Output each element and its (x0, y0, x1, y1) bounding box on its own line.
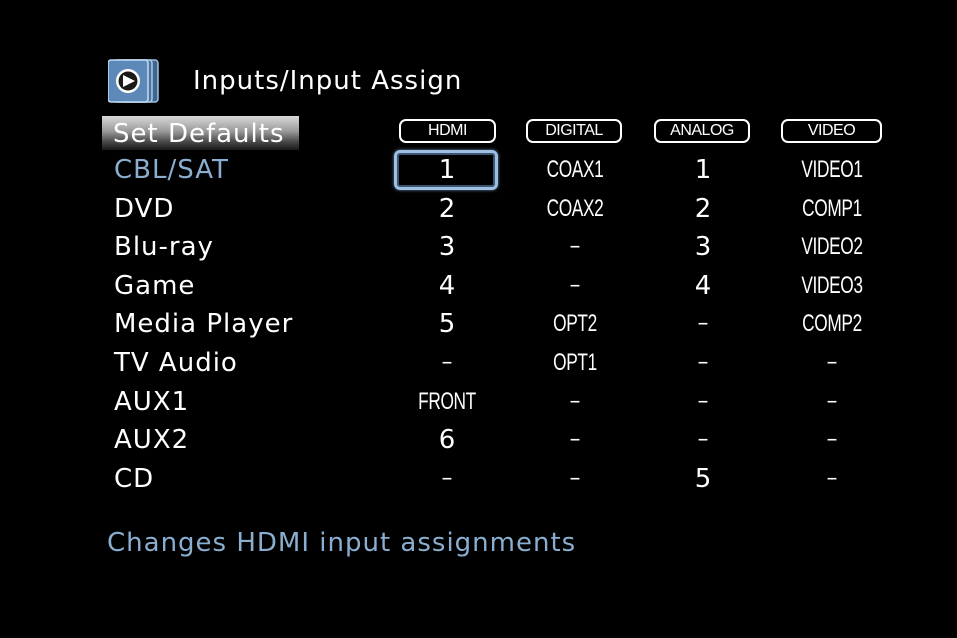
cell-analog[interactable]: – (638, 306, 768, 342)
cell-hdmi[interactable]: 6 (382, 422, 512, 458)
cell-video[interactable]: – (767, 345, 897, 381)
set-defaults-button[interactable]: Set Defaults (102, 116, 299, 150)
cell-digital[interactable]: – (510, 268, 640, 304)
column-header-video: VIDEO (781, 119, 882, 143)
cell-video[interactable]: – (767, 384, 897, 420)
input-label-row[interactable]: Game (114, 268, 195, 304)
cell-digital[interactable]: OPT2 (528, 306, 622, 342)
cell-hdmi[interactable]: FRONT (400, 384, 494, 420)
input-label-row[interactable]: TV Audio (114, 345, 238, 381)
input-label-row[interactable]: AUX1 (114, 384, 189, 420)
cell-analog[interactable]: – (638, 345, 768, 381)
cell-video[interactable]: VIDEO1 (785, 152, 879, 188)
cell-digital[interactable]: – (510, 461, 640, 497)
column-header-hdmi: HDMI (399, 119, 496, 143)
cell-analog[interactable]: 2 (638, 191, 768, 227)
cell-hdmi[interactable]: 5 (382, 306, 512, 342)
play-arrow-icon (107, 58, 160, 104)
input-label-row[interactable]: CBL/SAT (114, 152, 229, 188)
cell-digital[interactable]: – (510, 229, 640, 265)
set-defaults-label: Set Defaults (113, 119, 285, 149)
page-title: Inputs/Input Assign (193, 66, 463, 96)
column-header-analog: ANALOG (654, 119, 750, 143)
cell-analog[interactable]: 5 (638, 461, 768, 497)
cell-video[interactable]: – (767, 422, 897, 458)
cell-hdmi[interactable]: 2 (382, 191, 512, 227)
cell-digital[interactable]: – (510, 422, 640, 458)
cell-video[interactable]: COMP2 (785, 306, 879, 342)
cell-digital[interactable]: OPT1 (528, 345, 622, 381)
cell-video[interactable]: – (767, 461, 897, 497)
cell-video[interactable]: VIDEO3 (785, 268, 879, 304)
input-label-row[interactable]: DVD (114, 191, 174, 227)
cell-video[interactable]: COMP1 (785, 191, 879, 227)
input-label-row[interactable]: CD (114, 461, 154, 497)
cell-hdmi[interactable]: 3 (382, 229, 512, 265)
input-label-row[interactable]: Blu-ray (114, 229, 214, 265)
cell-hdmi[interactable]: 4 (382, 268, 512, 304)
cell-analog[interactable]: – (638, 422, 768, 458)
cell-digital[interactable]: COAX2 (528, 191, 622, 227)
input-label-row[interactable]: AUX2 (114, 422, 189, 458)
cell-hdmi[interactable]: – (382, 461, 512, 497)
cell-analog[interactable]: 3 (638, 229, 768, 265)
cell-video[interactable]: VIDEO2 (785, 229, 879, 265)
cell-analog[interactable]: 1 (638, 152, 768, 188)
cell-analog[interactable]: 4 (638, 268, 768, 304)
help-text: Changes HDMI input assignments (107, 528, 577, 558)
cell-analog[interactable]: – (638, 384, 768, 420)
cell-digital[interactable]: COAX1 (528, 152, 622, 188)
cell-hdmi[interactable]: – (382, 345, 512, 381)
column-header-digital: DIGITAL (526, 119, 622, 143)
input-label-row[interactable]: Media Player (114, 306, 293, 342)
cell-digital[interactable]: – (510, 384, 640, 420)
cell-hdmi[interactable]: 1 (382, 152, 512, 188)
